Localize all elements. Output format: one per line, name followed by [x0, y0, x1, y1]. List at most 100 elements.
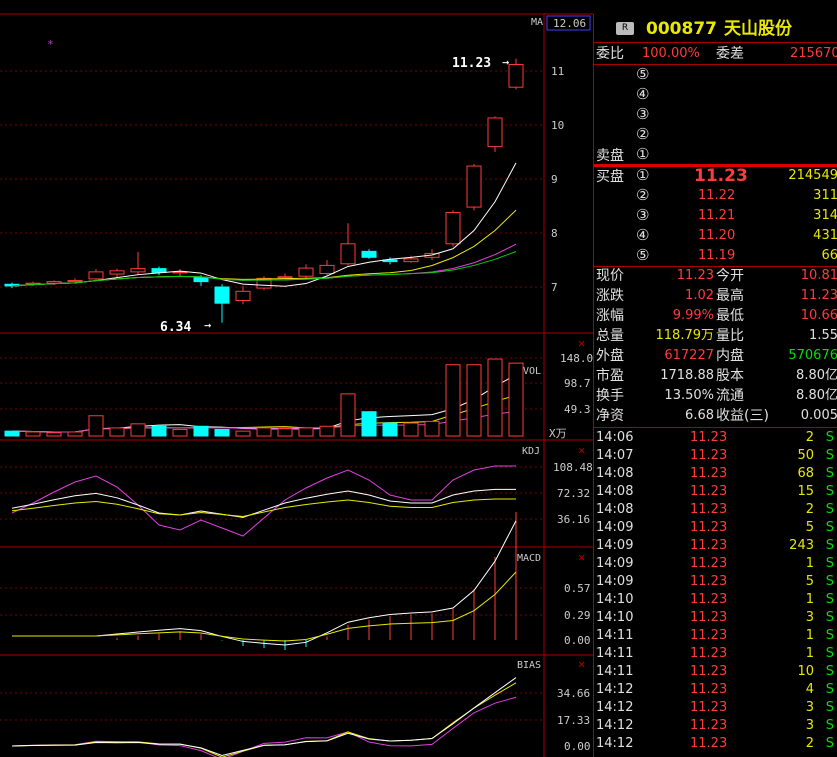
buy-level-price: 11.23: [694, 166, 748, 186]
candle-body: [214, 286, 230, 304]
stat-value: 617227: [664, 348, 714, 363]
tick-vol: 1: [805, 628, 814, 643]
tick-row[interactable]: 14:09 11.23 1 S: [594, 555, 837, 573]
volume-bar: [25, 431, 41, 437]
chart-area[interactable]: MA 12.06 * 11.23 → 6.34 → 11 10 9 8 7 VO…: [0, 0, 593, 757]
stat-row: 外盘 617227 内盘 570676: [594, 346, 837, 366]
tick-time: 14:08: [596, 502, 634, 517]
kdj-line: [11, 498, 516, 518]
tick-time: 14:09: [596, 556, 634, 571]
stat-row: 涨跌 1.02 最高 11.23: [594, 286, 837, 306]
tick-row[interactable]: 14:09 11.23 243 S: [594, 537, 837, 555]
stat-value: 118.79万: [655, 328, 715, 343]
chart-svg[interactable]: MA 12.06 * 11.23 → 6.34 → 11 10 9 8 7 VO…: [0, 0, 593, 757]
volume-bars: [4, 358, 524, 437]
quote-panel: R 000877 天山股份 委比 100.00% 委差 215670 ⑤ ④ ③…: [593, 14, 837, 757]
vol-close-icon[interactable]: ✕: [578, 336, 585, 350]
volume-bar: [130, 423, 146, 437]
kdj-tick: 72.32: [557, 487, 590, 500]
price-tick: 11: [551, 65, 564, 78]
volume-bar: [88, 415, 104, 437]
kdj-close-icon[interactable]: ✕: [578, 443, 585, 457]
tick-price: 11.23: [690, 538, 728, 553]
sell-level-2: ②: [636, 125, 650, 143]
macd-close-icon[interactable]: ✕: [578, 550, 585, 564]
buy-level-vol: 314: [813, 208, 837, 223]
sell-level-1: ①: [636, 145, 650, 163]
stat-label: 净资: [596, 408, 624, 424]
tick-row[interactable]: 14:09 11.23 5 S: [594, 573, 837, 591]
candles: [4, 58, 524, 323]
tick-row[interactable]: 14:12 11.23 3 S: [594, 699, 837, 717]
stat-value: 6.68: [685, 408, 714, 423]
buy-level-idx: ③: [636, 206, 650, 224]
tick-time: 14:12: [596, 682, 634, 697]
tick-vol: 4: [805, 682, 814, 697]
tick-price: 11.23: [690, 718, 728, 733]
volume-bar: [340, 393, 356, 437]
buy-level-idx: ②: [636, 186, 650, 204]
tick-row[interactable]: 14:08 11.23 15 S: [594, 483, 837, 501]
tick-time: 14:08: [596, 484, 634, 499]
tick-row[interactable]: 14:08 11.23 68 S: [594, 465, 837, 483]
tick-row[interactable]: 14:12 11.23 4 S: [594, 681, 837, 699]
tick-row[interactable]: 14:11 11.23 1 S: [594, 627, 837, 645]
tick-row[interactable]: 14:11 11.23 1 S: [594, 645, 837, 663]
tick-row[interactable]: 14:11 11.23 10 S: [594, 663, 837, 681]
tick-time: 14:09: [596, 574, 634, 589]
tick-side: S: [825, 484, 834, 499]
volume-bar: [466, 364, 482, 437]
stat-label: 涨跌: [596, 288, 624, 304]
tick-row[interactable]: 14:07 11.23 50 S: [594, 447, 837, 465]
tick-vol: 2: [805, 502, 814, 517]
stat-label: 换手: [596, 388, 624, 404]
tick-row[interactable]: 14:10 11.23 1 S: [594, 591, 837, 609]
volume-bar: [67, 431, 83, 437]
volume-bar: [214, 429, 230, 437]
volume-bar: [109, 427, 125, 437]
tick-price: 11.23: [690, 574, 728, 589]
tick-time: 14:07: [596, 448, 634, 463]
tick-time: 14:09: [596, 538, 634, 553]
bias-close-icon[interactable]: ✕: [578, 657, 585, 671]
volume-bar: [445, 364, 461, 437]
macd-tick: 0.57: [564, 582, 591, 595]
sell-level-3: ③: [636, 105, 650, 123]
tick-row[interactable]: 14:10 11.23 3 S: [594, 609, 837, 627]
candle-body: [466, 165, 482, 208]
tick-vol: 10: [797, 664, 814, 679]
volume-bar: [4, 430, 20, 437]
tick-side: S: [825, 628, 834, 643]
stat-value: 0.005: [800, 408, 837, 423]
tick-row[interactable]: 14:12 11.23 3 S: [594, 717, 837, 735]
stat-value: 10.66: [800, 308, 837, 323]
stat-label: 流通: [716, 388, 744, 404]
tick-price: 11.23: [690, 664, 728, 679]
stat-row: 现价 11.23 今开 10.81: [594, 266, 837, 286]
bias-tick: 34.66: [557, 687, 590, 700]
tick-time: 14:11: [596, 646, 634, 661]
tick-side: S: [825, 610, 834, 625]
stat-value: 8.80亿: [796, 388, 837, 403]
vol-tick: 49.3: [564, 403, 591, 416]
vol-ma-line: [11, 394, 517, 433]
kdj-tick: 36.16: [557, 513, 590, 526]
indicator-lines: [11, 465, 517, 757]
stat-value: 8.80亿: [796, 368, 837, 383]
tick-row[interactable]: 14:08 11.23 2 S: [594, 501, 837, 519]
tick-side: S: [825, 718, 834, 733]
tick-time: 14:06: [596, 430, 634, 445]
volume-bar: [172, 429, 188, 437]
stat-label: 涨幅: [596, 308, 624, 324]
tick-row[interactable]: 14:06 11.23 2 S: [594, 429, 837, 447]
tick-vol: 3: [805, 610, 814, 625]
buy-level-price: 11.21: [698, 208, 736, 223]
tick-price: 11.23: [690, 628, 728, 643]
tick-price: 11.23: [690, 556, 728, 571]
tick-vol: 1: [805, 556, 814, 571]
tick-row[interactable]: 14:09 11.23 5 S: [594, 519, 837, 537]
tick-side: S: [825, 664, 834, 679]
tick-row[interactable]: 14:12 11.23 2 S: [594, 735, 837, 753]
stat-row: 净资 6.68 收益(三) 0.005: [594, 406, 837, 426]
tick-time: 14:11: [596, 664, 634, 679]
